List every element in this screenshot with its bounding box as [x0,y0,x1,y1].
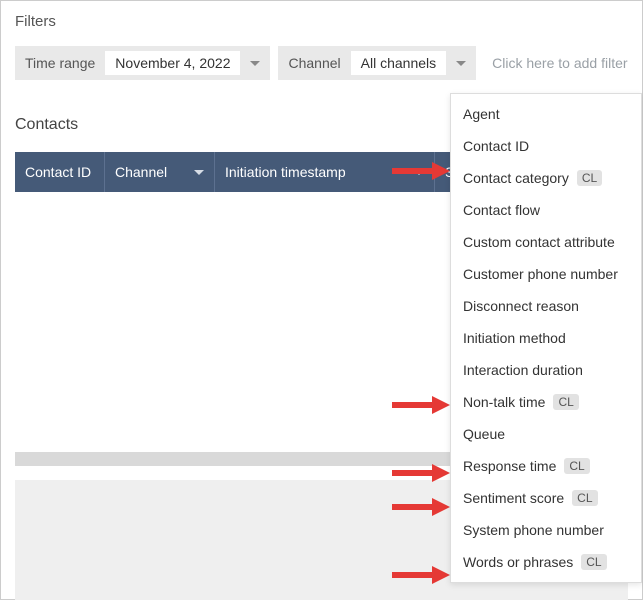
cl-badge: CL [581,554,606,570]
filter-option-label: Non-talk time [463,394,545,410]
filter-option-label: Interaction duration [463,362,583,378]
filter-option[interactable]: Sentiment score CL [451,482,641,514]
filter-option-label: System phone number [463,522,604,538]
chevron-down-icon [456,61,466,66]
add-filter-dropdown: AgentContact IDContact categoryCLContact… [450,93,642,583]
arrow-icon [392,498,450,516]
filter-option[interactable]: Custom contact attribute [451,226,641,258]
filter-option-label: Response time [463,458,556,474]
filter-option[interactable]: Customer phone number [451,258,641,290]
filter-option-label: Words or phrases [463,554,573,570]
cl-badge: CL [572,490,597,506]
add-filter-prompt[interactable]: Click here to add filter [492,55,627,71]
filter-option-label: Queue [463,426,505,442]
arrow-icon [392,396,450,414]
filter-option[interactable]: Contact ID [451,130,641,162]
time-range-label: Time range [25,55,95,71]
arrow-icon [392,566,450,584]
cl-badge: CL [577,170,602,186]
filter-option[interactable]: Response time CL [451,450,641,482]
filter-option-label: Sentiment score [463,490,564,506]
filter-option[interactable]: Words or phrases CL [451,546,641,578]
cl-badge: CL [553,394,578,410]
chevron-down-icon [250,61,260,66]
filter-option-label: Disconnect reason [463,298,579,314]
arrow-icon [392,162,450,180]
filter-option[interactable]: Agent [451,98,641,130]
filters-section: Filters Time range November 4, 2022 Chan… [1,1,642,92]
filter-option-label: Agent [463,106,500,122]
cl-badge: CL [564,458,589,474]
filter-option-label: Custom contact attribute [463,234,615,250]
filter-option[interactable]: Non-talk time CL [451,386,641,418]
time-range-filter[interactable]: Time range November 4, 2022 [15,46,270,80]
filter-option[interactable]: Interaction duration [451,354,641,386]
filter-option-label: Contact category [463,170,569,186]
channel-filter[interactable]: Channel All channels [278,46,476,80]
column-channel[interactable]: Channel [105,152,215,192]
filter-option[interactable]: Queue [451,418,641,450]
column-contact-id[interactable]: Contact ID [15,152,105,192]
column-label: Channel [115,164,167,180]
filter-option-label: Initiation method [463,330,566,346]
filter-option-label: Contact ID [463,138,529,154]
filters-title: Filters [15,13,628,30]
channel-value: All channels [351,51,447,75]
column-label: Contact ID [25,164,91,180]
filter-option[interactable]: Initiation method [451,322,641,354]
arrow-icon [392,464,450,482]
filter-option[interactable]: Contact category CL [451,162,641,194]
chevron-down-icon [194,170,204,175]
filter-option[interactable]: Contact flow [451,194,641,226]
filter-option-label: Customer phone number [463,266,618,282]
time-range-value: November 4, 2022 [105,51,240,75]
filter-option[interactable]: Disconnect reason [451,290,641,322]
channel-label: Channel [288,55,340,71]
column-label: Initiation timestamp [225,164,346,180]
filter-option[interactable]: System phone number [451,514,641,546]
filters-row: Time range November 4, 2022 Channel All … [15,46,628,80]
filter-option-label: Contact flow [463,202,540,218]
